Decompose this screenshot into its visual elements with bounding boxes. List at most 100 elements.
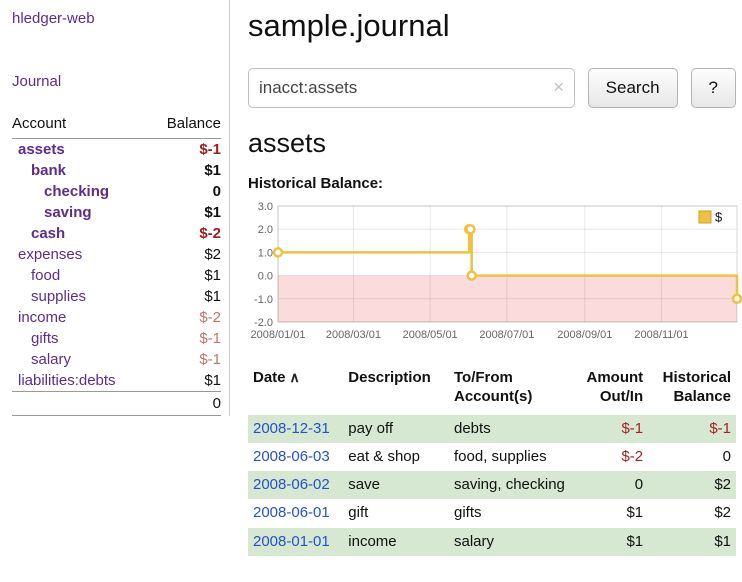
account-row: checking0 [12,181,221,202]
account-row: income$-2 [12,307,221,328]
search-button[interactable]: Search [588,68,678,108]
chart-y-tick-label: 0.0 [258,271,273,283]
register-description: gift [343,499,449,527]
register-row: 2008-12-31pay offdebts$-1$-1 [248,415,736,443]
account-link[interactable]: salary [12,351,149,368]
chart-x-tick-label: 2008/05/01 [403,329,458,341]
search-input[interactable] [248,68,575,108]
register-balance: $1 [648,528,736,556]
register-date-link[interactable]: 2008-06-02 [253,476,330,493]
register-amount: 0 [570,471,648,499]
accounts-total-row: 0 [12,392,221,416]
register-balance: $-1 [648,415,736,443]
page: hledger-web Journal Account Balance asse… [0,0,742,556]
register-col-date[interactable]: Date∧ [248,367,343,415]
chart-x-tick-label: 2008/07/01 [479,329,534,341]
register-accounts: debts [449,415,570,443]
register-description: eat & shop [343,443,449,471]
accounts-header-row: Account Balance [12,112,221,139]
accounts-col-account: Account [12,112,149,139]
account-link[interactable]: gifts [12,330,149,347]
chart-y-tick-label: 1.0 [258,247,273,259]
account-balance: $1 [149,160,221,181]
account-balance: $-1 [149,328,221,349]
register-amount: $1 [570,528,648,556]
search-bar: ✕ Search ? [248,68,736,108]
chart-y-tick-label: -2.0 [254,317,273,329]
account-link[interactable]: saving [12,204,149,221]
account-balance: $1 [149,286,221,307]
chart-point [468,272,476,280]
sort-ascending-icon[interactable]: ∧ [290,369,300,385]
account-link[interactable]: assets [12,141,149,158]
account-balance: 0 [149,181,221,202]
account-link[interactable]: liabilities:debts [12,372,149,389]
register-col-balance: Historical Balance [648,367,736,415]
register-col-amount: Amount Out/In [570,367,648,415]
register-date-link[interactable]: 2008-01-01 [253,533,330,550]
chart-x-tick-label: 2008/11/01 [634,329,688,341]
accounts-total-spacer [12,392,149,416]
register-table: Date∧ Description To/From Account(s) Amo… [248,367,736,556]
register-description: save [343,471,449,499]
account-balance: $1 [149,370,221,392]
chart-point [466,225,474,233]
help-button[interactable]: ? [691,68,736,108]
account-heading: assets [248,128,736,159]
register-balance: $2 [648,499,736,527]
account-link[interactable]: cash [12,225,149,242]
account-link[interactable]: bank [12,162,149,179]
account-balance: $2 [149,244,221,265]
accounts-col-balance: Balance [149,112,221,139]
clear-search-icon[interactable]: ✕ [553,80,565,94]
account-row: salary$-1 [12,349,221,370]
account-link[interactable]: food [12,267,149,284]
account-row: saving$1 [12,202,221,223]
register-amount: $-1 [570,415,648,443]
account-row: food$1 [12,265,221,286]
account-row: cash$-2 [12,223,221,244]
chart-x-tick-label: 2008/01/01 [250,329,305,341]
account-row: gifts$-1 [12,328,221,349]
account-link[interactable]: supplies [12,288,149,305]
register-date-link[interactable]: 2008-06-03 [253,448,330,465]
chart-y-tick-label: 2.0 [258,224,273,236]
register-accounts: gifts [449,499,570,527]
app-title-link[interactable]: hledger-web [12,10,221,27]
chart-x-tick-label: 2008/03/01 [326,329,381,341]
account-balance: $1 [149,202,221,223]
account-balance: $-1 [149,349,221,370]
legend-label: $ [715,210,723,225]
chart-x-tick-label: 2008/09/01 [557,329,612,341]
register-col-date-label: Date [253,369,286,386]
account-link[interactable]: checking [12,183,149,200]
register-header-row: Date∧ Description To/From Account(s) Amo… [248,367,736,415]
register-row: 2008-06-03eat & shopfood, supplies$-20 [248,443,736,471]
chart-svg: 3.02.01.00.0-1.0-2.02008/01/012008/03/01… [248,200,742,350]
register-balance: $2 [648,471,736,499]
historical-balance-chart: 3.02.01.00.0-1.0-2.02008/01/012008/03/01… [248,200,736,355]
register-balance: 0 [648,443,736,471]
account-balance: $-1 [149,139,221,161]
register-col-accounts: To/From Account(s) [449,367,570,415]
sidebar: hledger-web Journal Account Balance asse… [0,0,230,416]
chart-point [733,295,741,303]
register-description: pay off [343,415,449,443]
account-link[interactable]: income [12,309,149,326]
accounts-table: Account Balance assets$-1bank$1checking0… [12,112,221,416]
chart-heading: Historical Balance: [248,175,736,192]
nav-journal-link[interactable]: Journal [12,73,221,90]
chart-y-tick-label: 3.0 [258,201,273,213]
register-col-description: Description [343,367,449,415]
page-title: sample.journal [248,8,736,44]
register-date-link[interactable]: 2008-06-01 [253,504,330,521]
account-balance: $1 [149,265,221,286]
account-link[interactable]: expenses [12,246,149,263]
account-row: bank$1 [12,160,221,181]
register-amount: $1 [570,499,648,527]
register-date-link[interactable]: 2008-12-31 [253,420,330,437]
account-balance: $-2 [149,307,221,328]
account-row: assets$-1 [12,139,221,161]
register-row: 2008-01-01incomesalary$1$1 [248,528,736,556]
account-row: supplies$1 [12,286,221,307]
